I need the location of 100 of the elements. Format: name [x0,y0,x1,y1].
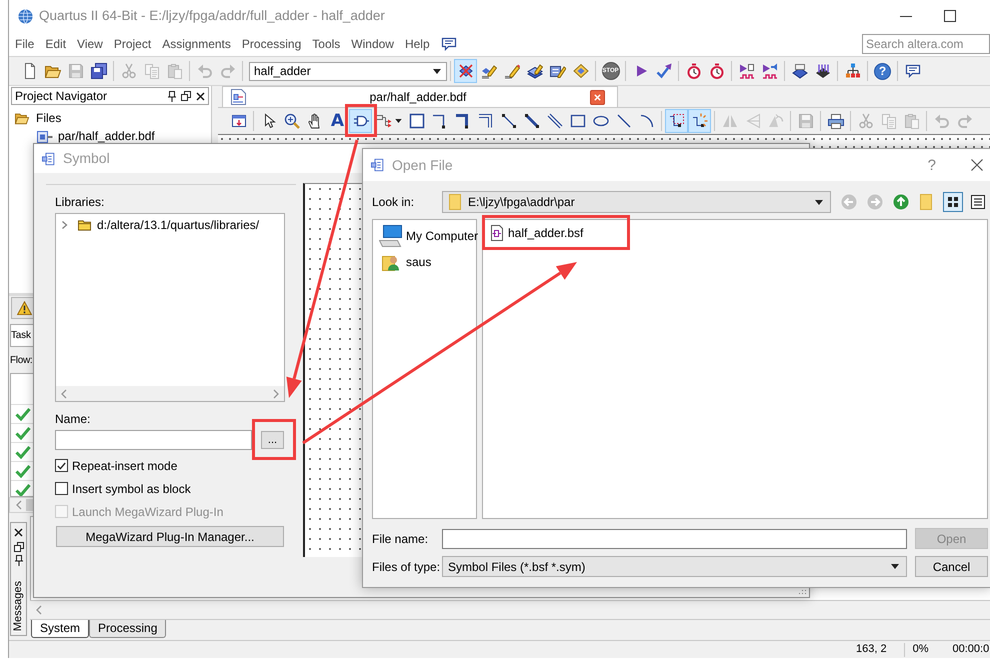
tab[interactable]: System [31,620,90,638]
block-diagram-file-icon [37,130,53,142]
redo-icon [220,63,236,79]
horizontal-scrollbar[interactable] [30,600,990,620]
checkbox[interactable] [55,482,68,495]
menu-item[interactable]: Tools [312,35,340,53]
arc-icon [638,113,654,129]
rectangle-icon [570,113,586,129]
dashed-box-wire-icon [668,113,684,129]
double-diagonal-line-icon [546,113,562,129]
dropdown-caret-icon [815,200,823,204]
list-view-button[interactable] [968,192,988,212]
undo-icon [934,113,950,129]
file-name-field[interactable] [442,528,907,548]
tab[interactable]: Processing [89,620,166,638]
search-field[interactable]: Search altera.com [862,34,990,54]
hierarchy-icon [844,63,860,79]
diagonal-wire-icon [500,113,516,129]
dashed-box-wire-button[interactable] [665,109,688,133]
menu-item[interactable]: Assignments [162,35,231,53]
diamond-stripes-icon [814,63,830,79]
field-label: Look in: [372,194,416,211]
save-all-icon [90,63,106,79]
menu-item[interactable]: Edit [45,35,66,53]
swoosh-arrow-icon [656,63,672,79]
file-entry[interactable]: half_adder.bsf [491,225,586,241]
checkmark-icon [57,462,66,470]
redo-icon [956,113,972,129]
save-icon [68,63,84,79]
list-pencil-icon [550,63,566,79]
annotation-frame [252,419,296,460]
folder-icon [449,194,461,210]
symbol-file-icon [491,225,503,241]
close-icon[interactable] [971,159,983,171]
undo-icon [196,63,212,79]
look-in-dropdown[interactable]: E:\ljzy\fpga\addr\par [442,191,831,213]
chat-bubble-icon [904,63,920,79]
scrollbar-thumb[interactable] [26,499,33,511]
menu-item[interactable]: Window [351,35,394,53]
dropdown-caret-icon [433,68,441,74]
chat-bubble-icon[interactable] [440,36,457,52]
square-icon [408,113,424,129]
tree-item[interactable]: d:/altera/13.1/quartus/libraries/ [61,217,284,233]
tree-item[interactable]: Files [14,111,211,125]
diamond-cross-button[interactable] [454,59,477,83]
pin-icon[interactable] [168,90,176,102]
text-tool-button[interactable]: A [326,109,349,133]
editor-tab[interactable]: par/half_adder.bdf [222,86,618,107]
close-icon[interactable] [14,528,23,537]
menu-item[interactable]: View [77,35,103,53]
dialog-title: Symbol [63,149,110,168]
file-type-dropdown[interactable]: Symbol Files (*.bsf *.sym) [442,556,907,577]
restore-icon[interactable] [181,91,191,101]
triangle-outline-icon [744,113,760,129]
copy-icon [880,113,896,129]
menu-item[interactable]: File [15,35,34,53]
block-diagram-file-icon [231,89,246,105]
name-field[interactable] [55,430,252,450]
menu-item[interactable]: Project [114,35,152,53]
save-icon [798,113,814,129]
menu-item[interactable]: Processing [242,35,302,53]
tree-item[interactable]: par/half_adder.bdf [37,129,211,143]
status-text: 163, 2 [856,642,887,658]
browse-button[interactable]: ... [261,431,284,449]
maximize-icon[interactable] [944,10,956,22]
expand-chevron-icon[interactable] [61,220,68,230]
restore-icon[interactable] [14,542,24,552]
print-icon [828,113,844,129]
and-gate-button[interactable] [349,109,372,133]
field-label: Flow: [10,354,34,368]
waveform-pin-icon [762,63,778,79]
diamond-pencil-icon [480,63,496,79]
cut-icon [858,113,874,129]
close-tab-button[interactable] [590,90,605,104]
dialog-button[interactable]: Cancel [915,556,988,577]
pin-icon[interactable] [14,555,22,566]
menu-item[interactable]: Help [404,35,430,53]
grid-icon [947,196,959,208]
icon-view-button[interactable] [943,192,963,212]
corner-wire-icon [432,113,448,129]
panel-title: Project Navigator [15,90,108,102]
diagram-icon [42,152,56,166]
field-label: Name: [55,412,90,426]
paste-icon [904,113,920,129]
window-title: Quartus II 64-Bit - E:/ljzy/fpga/addr/full_adder - half_adder [39,6,385,25]
manager-button[interactable]: MegaWizard Plug-In Manager... [56,526,284,547]
place-item[interactable]: My Computer [373,223,476,249]
place-item[interactable]: saus [373,249,476,275]
checkbox[interactable] [55,459,68,472]
hand-icon [306,113,322,129]
layers-pencil-icon [526,63,542,79]
thick-diagonal-wire-icon [524,113,540,129]
annotation-frame [345,104,377,137]
copy-icon [144,63,160,79]
wire-sparks-button[interactable] [688,109,711,133]
field-label: Libraries: [55,195,104,209]
entity-dropdown[interactable]: half_adder [249,62,447,80]
close-icon[interactable] [196,92,205,100]
thick-corner-wire-icon [454,113,470,129]
dialog-title: Open File [392,156,453,175]
